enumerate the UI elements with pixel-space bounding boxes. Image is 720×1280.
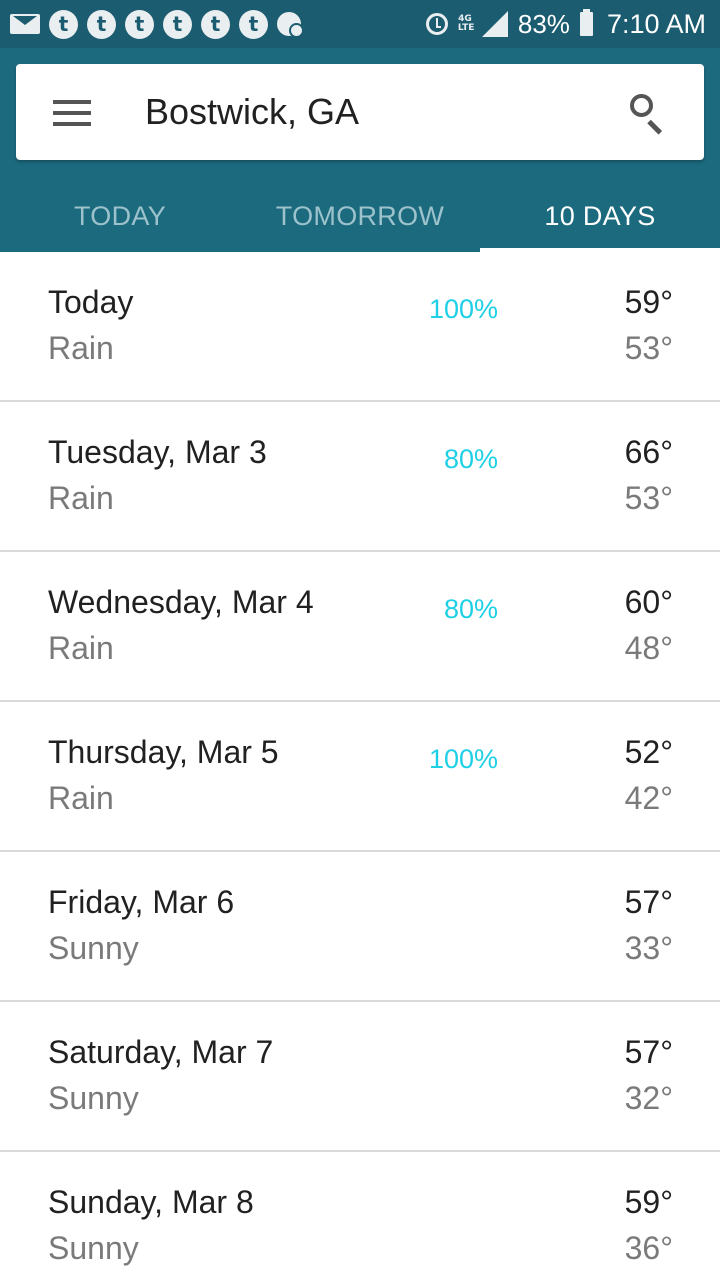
low-temp: 48° [624,630,673,666]
forecast-row[interactable]: Wednesday, Mar 4 Rain 80% 60° 48° [0,552,720,702]
search-icon[interactable] [628,92,668,135]
location-field[interactable]: Bostwick, GA [145,91,359,133]
forecast-day: Sunday, Mar 8 [48,1184,254,1220]
forecast-condition: Sunny [48,1080,139,1116]
search-icon-lens [630,94,653,117]
clock: 7:10 AM [606,8,706,39]
low-temp: 33° [624,930,673,966]
t-app-icon: t [239,9,268,39]
low-temp: 36° [624,1230,673,1266]
forecast-day: Thursday, Mar 5 [48,734,279,770]
forecast-row[interactable]: Today Rain 100% 59° 53° [0,252,720,402]
system-status: 4G LTE 83% 7:10 AM [425,8,706,40]
precip-chance: 80% [443,594,498,624]
forecast-row[interactable]: Tuesday, Mar 3 Rain 80% 66° 53° [0,402,720,552]
forecast-row[interactable]: Sunday, Mar 8 Sunny 59° 36° [0,1152,720,1280]
chat-icon [277,12,304,38]
low-temp: 42° [624,780,673,816]
signal-icon [481,11,508,37]
forecast-row[interactable]: Thursday, Mar 5 Rain 100% 52° 42° [0,702,720,852]
tab-10-days[interactable]: 10 DAYS [480,180,720,252]
forecast-day: Tuesday, Mar 3 [48,434,267,470]
low-temp: 53° [624,480,673,516]
high-temp: 52° [624,734,673,770]
tab-bar: TODAY TOMORROW 10 DAYS [0,180,720,252]
search-box[interactable]: Bostwick, GA [16,64,704,160]
forecast-day: Friday, Mar 6 [48,884,235,920]
high-temp: 66° [624,434,673,470]
t-app-icon: t [201,9,230,39]
lte-icon: 4G LTE [457,14,475,33]
status-bar: t t t t t t 4G LTE 83% 7:10 AM [0,0,720,48]
t-app-icon: t [163,9,192,39]
low-temp: 32° [624,1080,673,1116]
high-temp: 59° [624,284,673,320]
t-app-icon: t [49,9,78,39]
forecast-day: Saturday, Mar 7 [48,1034,274,1070]
forecast-row[interactable]: Friday, Mar 6 Sunny 57° 33° [0,852,720,1002]
forecast-condition: Rain [48,330,114,366]
notification-area: t t t t t t [10,9,304,39]
precip-chance: 100% [428,294,498,324]
high-temp: 59° [624,1184,673,1220]
t-app-icon: t [125,9,154,39]
search-icon-handle [647,119,663,135]
precip-chance: 80% [443,444,498,474]
forecast-condition: Rain [48,630,114,666]
hamburger-menu-icon[interactable] [53,100,91,126]
high-temp: 57° [624,884,673,920]
high-temp: 60° [624,584,673,620]
low-temp: 53° [624,330,673,366]
forecast-row[interactable]: Saturday, Mar 7 Sunny 57° 32° [0,1002,720,1152]
forecast-day: Wednesday, Mar 4 [48,584,314,620]
forecast-condition: Sunny [48,930,139,966]
high-temp: 57° [624,1034,673,1070]
tab-today[interactable]: TODAY [0,180,240,252]
precip-chance: 100% [428,744,498,774]
forecast-condition: Sunny [48,1230,139,1266]
t-app-icon: t [87,9,116,39]
app-bar: Bostwick, GA TODAY TOMORROW 10 DAYS [0,48,720,252]
mail-icon [10,14,40,34]
forecast-condition: Rain [48,480,114,516]
forecast-list: Today Rain 100% 59° 53° Tuesday, Mar 3 R… [0,252,720,1280]
forecast-day: Today [48,284,134,320]
tab-tomorrow[interactable]: TOMORROW [240,180,480,252]
forecast-condition: Rain [48,780,114,816]
battery-percent: 83% [517,8,570,39]
battery-icon [579,9,593,36]
alarm-icon [425,13,448,35]
